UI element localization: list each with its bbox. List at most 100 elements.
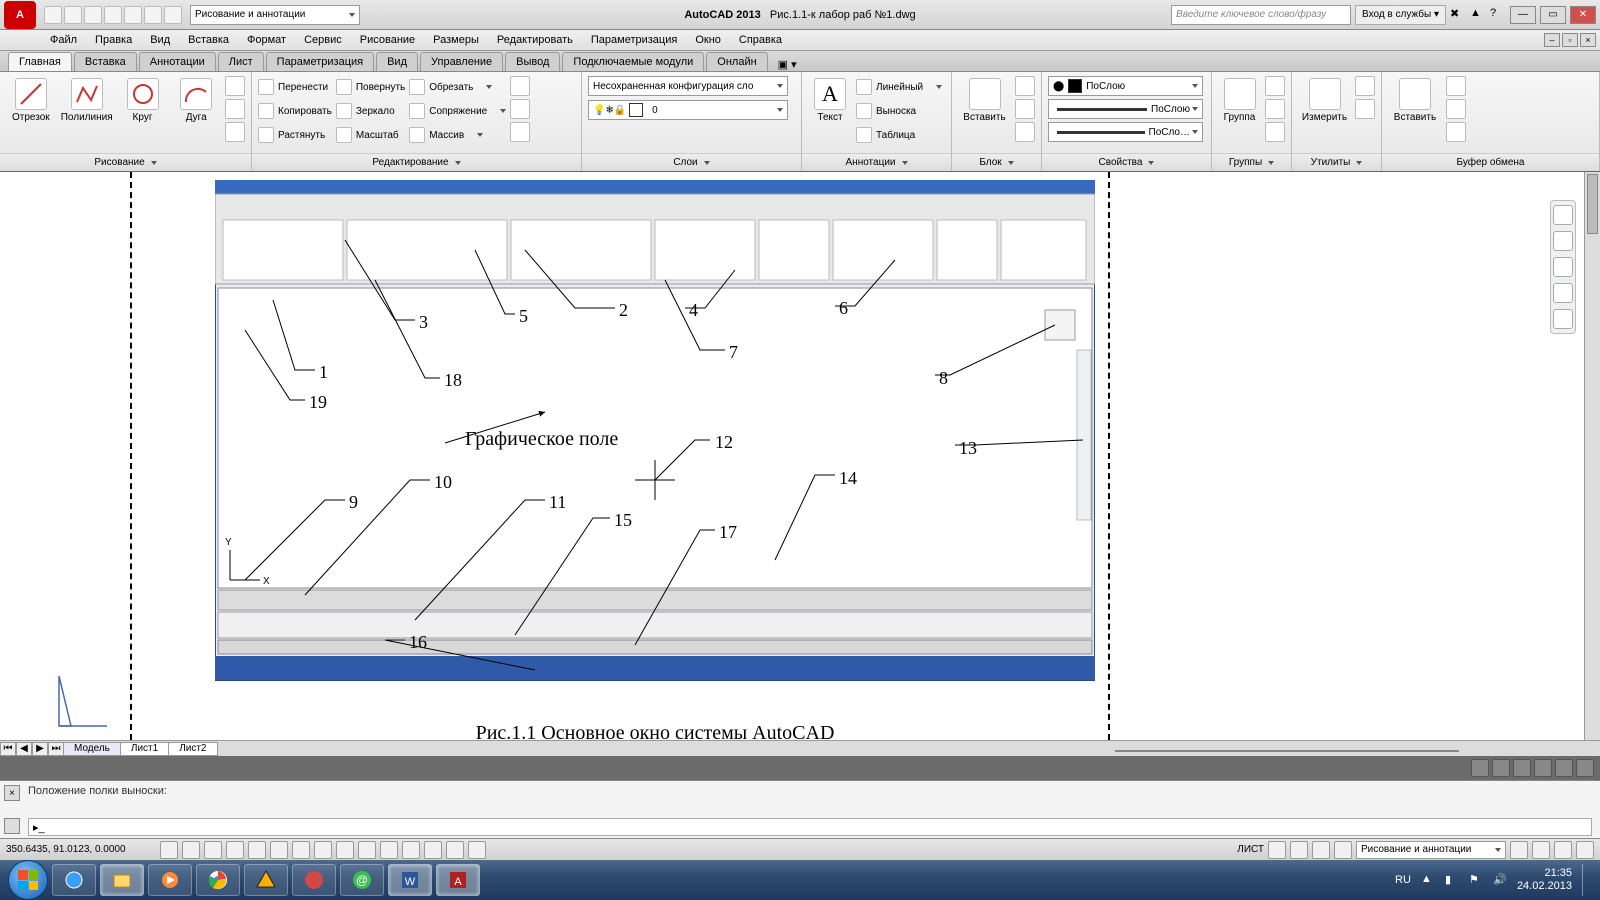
nav-pan-icon[interactable] bbox=[1553, 257, 1573, 277]
linetype-combo[interactable]: ПоСло… bbox=[1048, 122, 1203, 142]
tab-last[interactable]: ⏭ bbox=[48, 742, 64, 756]
qat-open-icon[interactable] bbox=[64, 6, 82, 24]
sb-polar-icon[interactable] bbox=[248, 841, 266, 859]
ellipse-icon[interactable] bbox=[225, 99, 245, 119]
lineweight-combo[interactable]: ПоСлою bbox=[1048, 99, 1203, 119]
panel-utilities-title[interactable]: Утилиты bbox=[1292, 153, 1381, 171]
sb-quickview-icon[interactable] bbox=[1290, 841, 1308, 859]
sb-am-icon[interactable] bbox=[468, 841, 486, 859]
arc-button[interactable]: Дуга bbox=[171, 76, 221, 125]
current-layer-combo[interactable]: 💡❄🔒 0 bbox=[588, 100, 788, 120]
rectangle-icon[interactable] bbox=[225, 76, 245, 96]
signin-button[interactable]: Вход в службы ▾ bbox=[1355, 5, 1446, 25]
table-button[interactable]: Таблица bbox=[856, 124, 942, 146]
nav-zoom-icon[interactable] bbox=[1553, 283, 1573, 303]
sb-clean-icon[interactable] bbox=[1576, 841, 1594, 859]
coordinates[interactable]: 350.6435, 91.0123, 0.0000 bbox=[6, 844, 156, 855]
panel-block-title[interactable]: Блок bbox=[952, 153, 1041, 171]
tab-prev[interactable]: ◀ bbox=[16, 742, 32, 756]
tray-volume-icon[interactable]: 🔊 bbox=[1493, 873, 1507, 887]
menu-insert[interactable]: Вставка bbox=[188, 34, 229, 46]
menu-modify[interactable]: Редактировать bbox=[497, 34, 573, 46]
app-menu-button[interactable]: A bbox=[4, 1, 36, 29]
taskbar-word[interactable]: W bbox=[388, 864, 432, 896]
panel-layers-title[interactable]: Слои bbox=[582, 153, 801, 171]
sb-osnap-icon[interactable] bbox=[270, 841, 288, 859]
db-icon-2[interactable] bbox=[1492, 759, 1510, 777]
sb-annoscale-icon[interactable] bbox=[1334, 841, 1352, 859]
nav-orbit-icon[interactable] bbox=[1553, 309, 1573, 329]
trim-button[interactable]: Обрезать bbox=[409, 76, 506, 98]
mdi-close[interactable]: × bbox=[1580, 33, 1596, 47]
measure-button[interactable]: Измерить bbox=[1298, 76, 1351, 125]
show-desktop-button[interactable] bbox=[1582, 864, 1592, 896]
taskbar-app3[interactable]: @ bbox=[340, 864, 384, 896]
panel-draw-title[interactable]: Рисование bbox=[0, 153, 251, 171]
group-select-icon[interactable] bbox=[1265, 122, 1285, 142]
text-button[interactable]: AТекст bbox=[808, 76, 852, 125]
language-indicator[interactable]: RU bbox=[1395, 874, 1411, 886]
menu-format[interactable]: Формат bbox=[247, 34, 286, 46]
sb-ducs-icon[interactable] bbox=[336, 841, 354, 859]
group-edit-icon[interactable] bbox=[1265, 99, 1285, 119]
menu-help[interactable]: Справка bbox=[739, 34, 782, 46]
qat-new-icon[interactable] bbox=[44, 6, 62, 24]
taskbar-app1[interactable] bbox=[244, 864, 288, 896]
sb-sc-icon[interactable] bbox=[446, 841, 464, 859]
db-icon-5[interactable] bbox=[1555, 759, 1573, 777]
db-icon-3[interactable] bbox=[1513, 759, 1531, 777]
sb-3dosnap-icon[interactable] bbox=[292, 841, 310, 859]
dim-linear-button[interactable]: Линейный bbox=[856, 76, 942, 98]
command-close-icon[interactable]: × bbox=[4, 785, 20, 801]
tab-output[interactable]: Вывод bbox=[505, 52, 560, 71]
menu-edit[interactable]: Правка bbox=[95, 34, 132, 46]
taskbar-ie[interactable] bbox=[52, 864, 96, 896]
tab-layout2[interactable]: Лист2 bbox=[168, 742, 217, 756]
sb-isolate-icon[interactable] bbox=[1554, 841, 1572, 859]
infocenter-search[interactable]: Введите ключевое слово/фразу bbox=[1171, 5, 1351, 25]
mirror-button[interactable]: Зеркало bbox=[336, 100, 405, 122]
block-create-icon[interactable] bbox=[1015, 76, 1035, 96]
qat-plot-icon[interactable] bbox=[124, 6, 142, 24]
polyline-button[interactable]: Полилиния bbox=[60, 76, 114, 125]
panel-groups-title[interactable]: Группы bbox=[1212, 153, 1291, 171]
sb-infer-icon[interactable] bbox=[160, 841, 178, 859]
taskbar-explorer[interactable] bbox=[100, 864, 144, 896]
hatch-icon[interactable] bbox=[225, 122, 245, 142]
sb-max-icon[interactable] bbox=[1268, 841, 1286, 859]
tab-next[interactable]: ▶ bbox=[32, 742, 48, 756]
scroll-thumb[interactable] bbox=[1587, 174, 1598, 234]
tab-first[interactable]: ⏮ bbox=[0, 742, 16, 756]
color-combo[interactable]: ⬤ПоСлою bbox=[1048, 76, 1203, 96]
array-button[interactable]: Массив bbox=[409, 124, 506, 146]
tab-view[interactable]: Вид bbox=[376, 52, 418, 71]
tab-model[interactable]: Модель bbox=[63, 742, 121, 756]
quickcalc-icon[interactable] bbox=[1355, 99, 1375, 119]
menu-tools[interactable]: Сервис bbox=[304, 34, 342, 46]
ribbon-extra-icon[interactable]: ▣ ▾ bbox=[778, 58, 797, 71]
exchange-icon[interactable]: ✖ bbox=[1450, 7, 1466, 23]
group-button[interactable]: Группа bbox=[1218, 76, 1261, 125]
nav-close-icon[interactable] bbox=[1553, 205, 1573, 225]
paste-button[interactable]: Вставить bbox=[1388, 76, 1442, 125]
select-all-icon[interactable] bbox=[1355, 76, 1375, 96]
drawing-area[interactable]: YX 1 2 3 bbox=[0, 172, 1584, 740]
close-button[interactable]: ✕ bbox=[1570, 6, 1596, 24]
command-handle-icon[interactable] bbox=[4, 818, 20, 834]
leader-button[interactable]: Выноска bbox=[856, 100, 942, 122]
block-attr-icon[interactable] bbox=[1015, 122, 1035, 142]
help-icon[interactable]: ? bbox=[1490, 7, 1506, 23]
qat-undo-icon[interactable] bbox=[144, 6, 162, 24]
sb-otrack-icon[interactable] bbox=[314, 841, 332, 859]
scroll-thumb[interactable] bbox=[1115, 750, 1459, 752]
workspace-selector[interactable]: Рисование и аннотации bbox=[190, 5, 360, 25]
tab-home[interactable]: Главная bbox=[8, 52, 72, 71]
block-edit-icon[interactable] bbox=[1015, 99, 1035, 119]
panel-modify-title[interactable]: Редактирование bbox=[252, 153, 581, 171]
db-icon-4[interactable] bbox=[1534, 759, 1552, 777]
menu-window[interactable]: Окно bbox=[695, 34, 721, 46]
sb-snap-icon[interactable] bbox=[182, 841, 200, 859]
taskbar-autocad[interactable]: A bbox=[436, 864, 480, 896]
copy-clip-icon[interactable] bbox=[1446, 99, 1466, 119]
tab-parametric[interactable]: Параметризация bbox=[266, 52, 374, 71]
